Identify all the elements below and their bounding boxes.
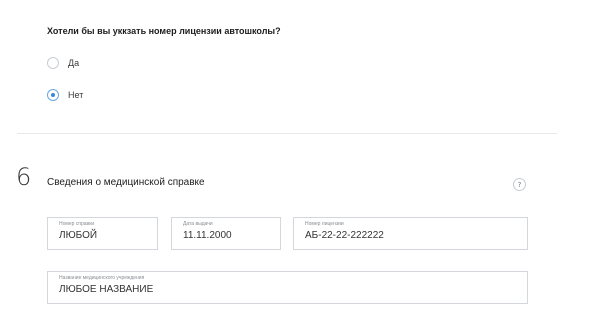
certificate-number-value[interactable]: ЛЮБОЙ [59,230,97,241]
issue-date-field[interactable]: Дата выдачи 11.11.2000 [171,217,281,250]
issue-date-label: Дата выдачи [183,221,213,227]
radio-option-yes[interactable]: Да [47,57,79,69]
radio-option-no[interactable]: Нет [47,89,83,101]
license-number-label: Номер лицензии [305,221,344,227]
certificate-number-field[interactable]: Номер справки ЛЮБОЙ [47,217,158,250]
issue-date-value[interactable]: 11.11.2000 [183,230,232,241]
license-number-value[interactable]: АБ-22-22-222222 [305,230,384,241]
section-title: Сведения о медицинской справке [47,177,205,188]
radio-no-indicator[interactable] [47,89,59,101]
section-number: 6 [16,163,31,191]
license-number-field[interactable]: Номер лицензии АБ-22-22-222222 [293,217,528,250]
help-icon[interactable]: ? [513,178,526,191]
radio-yes-indicator[interactable] [47,57,59,69]
radio-no-label: Нет [68,90,84,100]
certificate-number-label: Номер справки [59,221,95,227]
institution-name-label: Название медицинского учреждения [59,275,145,281]
radio-yes-label: Да [68,58,80,68]
institution-name-field[interactable]: Название медицинского учреждения ЛЮБОЕ Н… [47,271,528,304]
section-divider [17,133,557,134]
license-question-text: Хотели бы вы уккзать номер лицензии авто… [47,26,281,36]
institution-name-value[interactable]: ЛЮБОЕ НАЗВАНИЕ [59,284,153,295]
